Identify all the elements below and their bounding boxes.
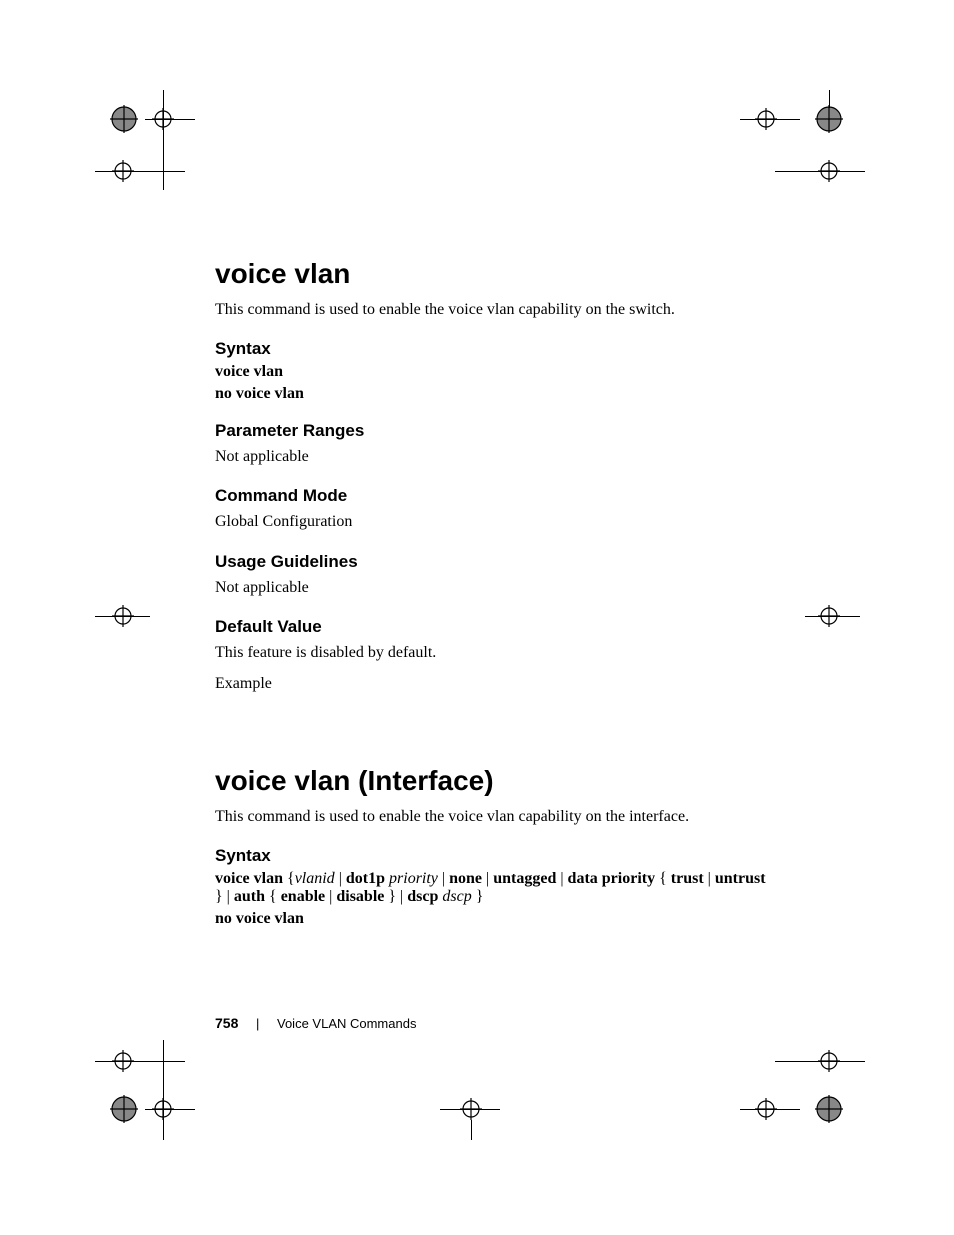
section-intro: This command is used to enable the voice… [215, 805, 775, 828]
crop-line [145, 119, 195, 120]
crop-line [163, 90, 164, 190]
crop-line [145, 1109, 195, 1110]
subsection-text: Global Configuration [215, 510, 775, 533]
subsection-heading: Usage Guidelines [215, 552, 775, 572]
section-title: voice vlan (Interface) [215, 765, 775, 797]
subsection-heading: Parameter Ranges [215, 421, 775, 441]
crop-line [163, 1040, 164, 1140]
crop-line [740, 119, 800, 120]
page-number: 758 [215, 1015, 238, 1031]
crop-line [805, 616, 860, 617]
registration-mark-icon [815, 105, 843, 133]
syntax-line: no voice vlan [215, 910, 775, 928]
subsection-text: Not applicable [215, 576, 775, 599]
crop-line [95, 616, 150, 617]
registration-mark-icon [110, 1095, 138, 1123]
page: voice vlan This command is used to enabl… [0, 0, 954, 1235]
crop-line [95, 171, 185, 172]
syntax-heading: Syntax [215, 339, 775, 359]
registration-mark-icon [110, 105, 138, 133]
crop-line [775, 171, 865, 172]
crop-line [471, 1120, 472, 1140]
subsection-text: This feature is disabled by default. [215, 641, 775, 664]
crop-line [829, 90, 830, 108]
syntax-heading: Syntax [215, 846, 775, 866]
subsection-heading: Default Value [215, 617, 775, 637]
syntax-line: no voice vlan [215, 385, 775, 403]
crop-line [440, 1109, 500, 1110]
footer-title: Voice VLAN Commands [277, 1016, 416, 1031]
crop-line [775, 1061, 865, 1062]
subsection-text: Not applicable [215, 445, 775, 468]
content-area: voice vlan This command is used to enabl… [215, 258, 775, 932]
subsection-heading: Command Mode [215, 486, 775, 506]
registration-mark-icon [815, 1095, 843, 1123]
page-footer: 758 | Voice VLAN Commands [215, 1015, 416, 1031]
syntax-line: voice vlan [215, 363, 775, 381]
crop-line [95, 1061, 185, 1062]
subsection-text: Example [215, 672, 775, 695]
section-title: voice vlan [215, 258, 775, 290]
syntax-line: voice vlan {vlanid | dot1p priority | no… [215, 870, 775, 906]
footer-separator: | [256, 1016, 259, 1031]
section-intro: This command is used to enable the voice… [215, 298, 775, 321]
crop-line [740, 1109, 800, 1110]
